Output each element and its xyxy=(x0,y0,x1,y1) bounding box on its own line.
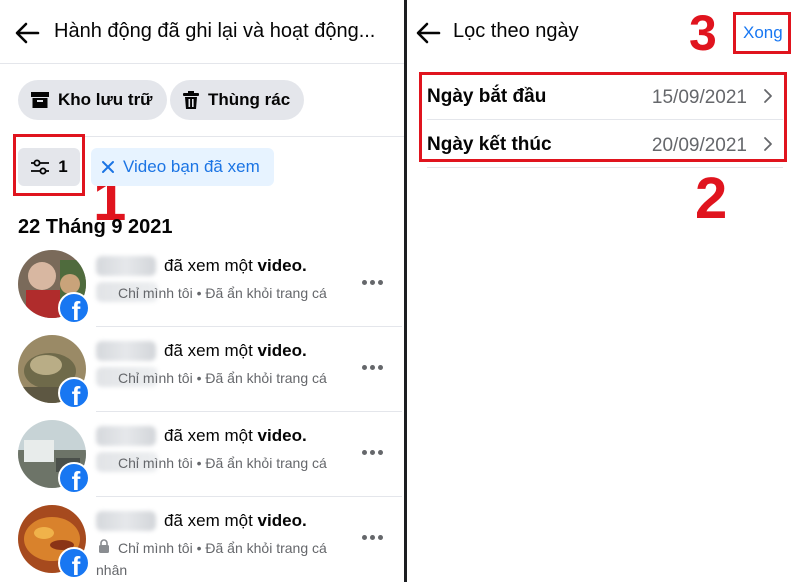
facebook-icon: f xyxy=(58,462,90,494)
activity-meta: Chỉ mình tôi • Đã ẩn khỏi trang cá xyxy=(118,285,327,301)
activity-meta: Chỉ mình tôi • Đã ẩn khỏi trang cá xyxy=(118,455,327,471)
done-button[interactable]: Xong xyxy=(743,23,783,43)
activity-text: đã xem một video. xyxy=(164,511,307,530)
trash-label: Thùng rác xyxy=(208,90,291,109)
activity-text: đã xem một video. xyxy=(164,256,307,275)
trash-icon xyxy=(183,91,199,109)
activity-row[interactable]: f đã xem một video. Chỉ mình tôi • Đã ẩn… xyxy=(18,335,398,419)
activity-log-header: Hành động đã ghi lại và hoạt động... xyxy=(0,0,404,66)
row-divider xyxy=(96,326,402,327)
blurred-name xyxy=(96,426,156,446)
activity-row[interactable]: f đã xem một video. Chỉ mình tôi • Đã ẩn… xyxy=(18,420,398,504)
back-arrow-icon[interactable] xyxy=(415,21,441,45)
date-filter-panel: Lọc theo ngày 3 Xong Ngày bắt đầu 15/09/… xyxy=(407,0,802,582)
blurred-name xyxy=(96,511,156,531)
activity-row[interactable]: f đã xem một video. Chỉ mình tôi • Đã ẩn… xyxy=(18,250,398,334)
active-filter-chip[interactable]: Video bạn đã xem xyxy=(91,148,274,186)
page-title: Lọc theo ngày xyxy=(453,20,579,42)
archive-button[interactable]: Kho lưu trữ xyxy=(18,80,167,120)
facebook-icon: f xyxy=(58,377,90,409)
blurred-name xyxy=(96,341,156,361)
active-filter-label: Video bạn đã xem xyxy=(123,157,260,176)
date-divider xyxy=(427,167,783,168)
archive-box-icon xyxy=(31,92,49,108)
date-filter-header: Lọc theo ngày 3 Xong xyxy=(407,0,802,66)
annotation-box-1 xyxy=(13,134,85,196)
archive-label: Kho lưu trữ xyxy=(58,90,153,109)
activity-text: đã xem một video. xyxy=(164,341,307,360)
more-dots-icon[interactable] xyxy=(358,442,386,462)
activity-log-panel: Hành động đã ghi lại và hoạt động... Kho… xyxy=(0,0,404,582)
activity-meta: Chỉ mình tôi • Đã ẩn khỏi trang cá xyxy=(118,370,327,386)
back-arrow-icon[interactable] xyxy=(14,21,40,45)
activity-text: đã xem một video. xyxy=(164,426,307,445)
more-dots-icon[interactable] xyxy=(358,527,386,547)
activity-meta: Chỉ mình tôi • Đã ẩn khỏi trang cá nhân xyxy=(96,540,327,578)
activity-row[interactable]: f đã xem một video. Chỉ mình tôi • Đã ẩn… xyxy=(18,505,398,582)
step-marker-3: 3 xyxy=(689,5,717,61)
page-title: Hành động đã ghi lại và hoạt động... xyxy=(54,20,376,42)
more-dots-icon[interactable] xyxy=(358,272,386,292)
annotation-box-2 xyxy=(419,72,787,162)
header-divider xyxy=(0,63,404,64)
close-x-icon[interactable] xyxy=(101,160,115,174)
date-heading: 22 Tháng 9 2021 xyxy=(18,216,173,238)
row-divider xyxy=(96,496,402,497)
trash-button[interactable]: Thùng rác xyxy=(170,80,305,120)
row-divider xyxy=(96,411,402,412)
blurred-name xyxy=(96,256,156,276)
more-dots-icon[interactable] xyxy=(358,357,386,377)
facebook-icon: f xyxy=(58,547,90,579)
step-marker-2: 2 xyxy=(695,166,728,231)
facebook-icon: f xyxy=(58,292,90,324)
